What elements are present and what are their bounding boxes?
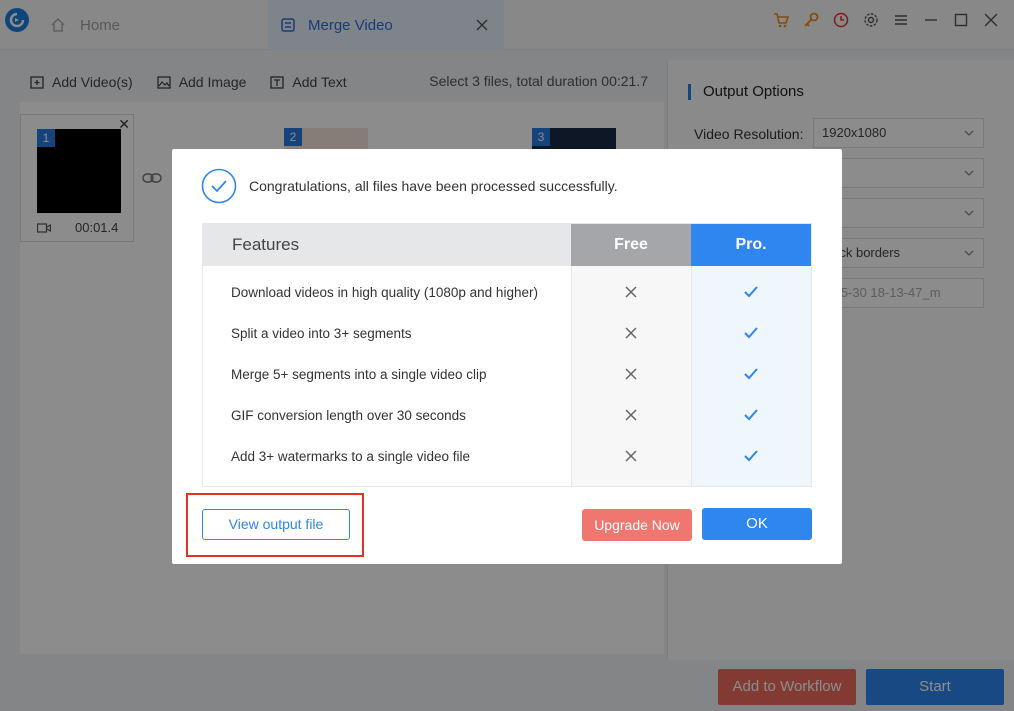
- check-icon: [744, 409, 758, 421]
- cross-icon: [625, 368, 637, 380]
- check-icon: [744, 286, 758, 298]
- cross-icon: [625, 327, 637, 339]
- feature-name: Split a video into 3+ segments: [231, 326, 412, 341]
- feature-name: Download videos in high quality (1080p a…: [231, 285, 538, 300]
- header-free: Free: [571, 224, 691, 266]
- check-icon: [744, 450, 758, 462]
- feature-row: Merge 5+ segments into a single video cl…: [203, 354, 811, 395]
- feature-name: Add 3+ watermarks to a single video file: [231, 449, 470, 464]
- header-pro: Pro.: [691, 224, 811, 266]
- features-table-header: Features Free Pro.: [203, 224, 811, 266]
- feature-row: Split a video into 3+ segments: [203, 313, 811, 354]
- feature-row: Add 3+ watermarks to a single video file: [203, 436, 811, 477]
- feature-name: Merge 5+ segments into a single video cl…: [231, 367, 487, 382]
- upgrade-now-button[interactable]: Upgrade Now: [582, 509, 692, 541]
- feature-row: Download videos in high quality (1080p a…: [203, 272, 811, 313]
- success-check-icon: [201, 168, 237, 204]
- success-message: Congratulations, all files have been pro…: [249, 178, 618, 194]
- success-dialog: Congratulations, all files have been pro…: [172, 149, 842, 564]
- feature-name: GIF conversion length over 30 seconds: [231, 408, 466, 423]
- header-features: Features: [203, 224, 571, 266]
- cross-icon: [625, 409, 637, 421]
- feature-row: GIF conversion length over 30 seconds: [203, 395, 811, 436]
- features-table: Features Free Pro. Download videos in hi…: [202, 223, 812, 487]
- view-output-file-button[interactable]: View output file: [202, 509, 350, 540]
- cross-icon: [625, 286, 637, 298]
- check-icon: [744, 327, 758, 339]
- ok-button[interactable]: OK: [702, 508, 812, 540]
- cross-icon: [625, 450, 637, 462]
- check-icon: [744, 368, 758, 380]
